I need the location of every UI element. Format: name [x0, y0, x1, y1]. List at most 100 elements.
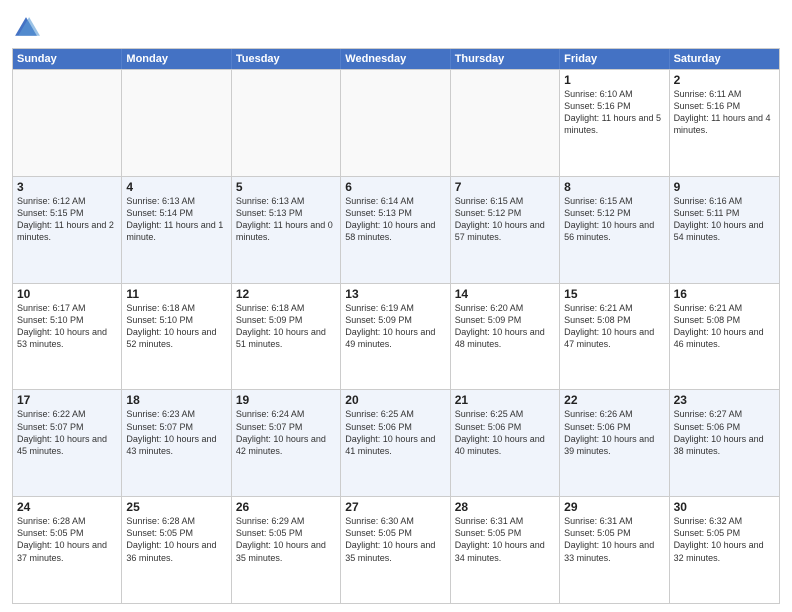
day-info: Sunrise: 6:31 AM Sunset: 5:05 PM Dayligh… — [564, 515, 664, 564]
day-number: 20 — [345, 393, 445, 407]
day-info: Sunrise: 6:14 AM Sunset: 5:13 PM Dayligh… — [345, 195, 445, 244]
day-number: 23 — [674, 393, 775, 407]
day-cell-18: 18Sunrise: 6:23 AM Sunset: 5:07 PM Dayli… — [122, 390, 231, 496]
day-info: Sunrise: 6:22 AM Sunset: 5:07 PM Dayligh… — [17, 408, 117, 457]
day-number: 17 — [17, 393, 117, 407]
day-cell-17: 17Sunrise: 6:22 AM Sunset: 5:07 PM Dayli… — [13, 390, 122, 496]
day-info: Sunrise: 6:28 AM Sunset: 5:05 PM Dayligh… — [17, 515, 117, 564]
day-cell-24: 24Sunrise: 6:28 AM Sunset: 5:05 PM Dayli… — [13, 497, 122, 603]
day-info: Sunrise: 6:16 AM Sunset: 5:11 PM Dayligh… — [674, 195, 775, 244]
day-cell-14: 14Sunrise: 6:20 AM Sunset: 5:09 PM Dayli… — [451, 284, 560, 390]
day-cell-8: 8Sunrise: 6:15 AM Sunset: 5:12 PM Daylig… — [560, 177, 669, 283]
empty-cell-0-3 — [341, 70, 450, 176]
day-number: 3 — [17, 180, 117, 194]
calendar-row-1: 3Sunrise: 6:12 AM Sunset: 5:15 PM Daylig… — [13, 176, 779, 283]
day-info: Sunrise: 6:25 AM Sunset: 5:06 PM Dayligh… — [345, 408, 445, 457]
day-number: 19 — [236, 393, 336, 407]
day-number: 7 — [455, 180, 555, 194]
day-cell-13: 13Sunrise: 6:19 AM Sunset: 5:09 PM Dayli… — [341, 284, 450, 390]
day-info: Sunrise: 6:28 AM Sunset: 5:05 PM Dayligh… — [126, 515, 226, 564]
logo-icon — [12, 14, 40, 42]
day-number: 14 — [455, 287, 555, 301]
empty-cell-0-1 — [122, 70, 231, 176]
day-cell-19: 19Sunrise: 6:24 AM Sunset: 5:07 PM Dayli… — [232, 390, 341, 496]
day-number: 12 — [236, 287, 336, 301]
day-info: Sunrise: 6:11 AM Sunset: 5:16 PM Dayligh… — [674, 88, 775, 137]
day-info: Sunrise: 6:27 AM Sunset: 5:06 PM Dayligh… — [674, 408, 775, 457]
header-day-monday: Monday — [122, 49, 231, 69]
calendar-body: 1Sunrise: 6:10 AM Sunset: 5:16 PM Daylig… — [13, 69, 779, 603]
day-cell-5: 5Sunrise: 6:13 AM Sunset: 5:13 PM Daylig… — [232, 177, 341, 283]
calendar-row-0: 1Sunrise: 6:10 AM Sunset: 5:16 PM Daylig… — [13, 69, 779, 176]
calendar-row-2: 10Sunrise: 6:17 AM Sunset: 5:10 PM Dayli… — [13, 283, 779, 390]
day-cell-28: 28Sunrise: 6:31 AM Sunset: 5:05 PM Dayli… — [451, 497, 560, 603]
day-info: Sunrise: 6:29 AM Sunset: 5:05 PM Dayligh… — [236, 515, 336, 564]
day-info: Sunrise: 6:15 AM Sunset: 5:12 PM Dayligh… — [455, 195, 555, 244]
day-cell-30: 30Sunrise: 6:32 AM Sunset: 5:05 PM Dayli… — [670, 497, 779, 603]
day-info: Sunrise: 6:15 AM Sunset: 5:12 PM Dayligh… — [564, 195, 664, 244]
day-number: 21 — [455, 393, 555, 407]
day-number: 1 — [564, 73, 664, 87]
calendar-header: SundayMondayTuesdayWednesdayThursdayFrid… — [13, 49, 779, 69]
day-info: Sunrise: 6:13 AM Sunset: 5:14 PM Dayligh… — [126, 195, 226, 244]
day-cell-26: 26Sunrise: 6:29 AM Sunset: 5:05 PM Dayli… — [232, 497, 341, 603]
day-number: 4 — [126, 180, 226, 194]
day-cell-9: 9Sunrise: 6:16 AM Sunset: 5:11 PM Daylig… — [670, 177, 779, 283]
day-info: Sunrise: 6:24 AM Sunset: 5:07 PM Dayligh… — [236, 408, 336, 457]
day-cell-6: 6Sunrise: 6:14 AM Sunset: 5:13 PM Daylig… — [341, 177, 450, 283]
day-info: Sunrise: 6:30 AM Sunset: 5:05 PM Dayligh… — [345, 515, 445, 564]
logo — [12, 14, 42, 42]
header-day-tuesday: Tuesday — [232, 49, 341, 69]
empty-cell-0-0 — [13, 70, 122, 176]
day-info: Sunrise: 6:25 AM Sunset: 5:06 PM Dayligh… — [455, 408, 555, 457]
day-cell-1: 1Sunrise: 6:10 AM Sunset: 5:16 PM Daylig… — [560, 70, 669, 176]
calendar-row-4: 24Sunrise: 6:28 AM Sunset: 5:05 PM Dayli… — [13, 496, 779, 603]
day-cell-20: 20Sunrise: 6:25 AM Sunset: 5:06 PM Dayli… — [341, 390, 450, 496]
day-number: 11 — [126, 287, 226, 301]
day-number: 24 — [17, 500, 117, 514]
header-day-sunday: Sunday — [13, 49, 122, 69]
header-day-wednesday: Wednesday — [341, 49, 450, 69]
day-number: 25 — [126, 500, 226, 514]
day-info: Sunrise: 6:19 AM Sunset: 5:09 PM Dayligh… — [345, 302, 445, 351]
day-number: 28 — [455, 500, 555, 514]
header-day-saturday: Saturday — [670, 49, 779, 69]
day-number: 13 — [345, 287, 445, 301]
day-number: 22 — [564, 393, 664, 407]
day-number: 9 — [674, 180, 775, 194]
day-cell-22: 22Sunrise: 6:26 AM Sunset: 5:06 PM Dayli… — [560, 390, 669, 496]
day-info: Sunrise: 6:18 AM Sunset: 5:09 PM Dayligh… — [236, 302, 336, 351]
day-number: 15 — [564, 287, 664, 301]
day-cell-10: 10Sunrise: 6:17 AM Sunset: 5:10 PM Dayli… — [13, 284, 122, 390]
day-cell-15: 15Sunrise: 6:21 AM Sunset: 5:08 PM Dayli… — [560, 284, 669, 390]
calendar: SundayMondayTuesdayWednesdayThursdayFrid… — [12, 48, 780, 604]
day-cell-25: 25Sunrise: 6:28 AM Sunset: 5:05 PM Dayli… — [122, 497, 231, 603]
day-info: Sunrise: 6:21 AM Sunset: 5:08 PM Dayligh… — [674, 302, 775, 351]
day-info: Sunrise: 6:32 AM Sunset: 5:05 PM Dayligh… — [674, 515, 775, 564]
header-day-thursday: Thursday — [451, 49, 560, 69]
day-cell-23: 23Sunrise: 6:27 AM Sunset: 5:06 PM Dayli… — [670, 390, 779, 496]
day-info: Sunrise: 6:17 AM Sunset: 5:10 PM Dayligh… — [17, 302, 117, 351]
day-number: 10 — [17, 287, 117, 301]
day-number: 27 — [345, 500, 445, 514]
day-cell-16: 16Sunrise: 6:21 AM Sunset: 5:08 PM Dayli… — [670, 284, 779, 390]
day-info: Sunrise: 6:13 AM Sunset: 5:13 PM Dayligh… — [236, 195, 336, 244]
day-number: 2 — [674, 73, 775, 87]
empty-cell-0-4 — [451, 70, 560, 176]
page-header — [12, 10, 780, 42]
day-number: 5 — [236, 180, 336, 194]
day-cell-2: 2Sunrise: 6:11 AM Sunset: 5:16 PM Daylig… — [670, 70, 779, 176]
day-info: Sunrise: 6:21 AM Sunset: 5:08 PM Dayligh… — [564, 302, 664, 351]
day-number: 29 — [564, 500, 664, 514]
day-cell-29: 29Sunrise: 6:31 AM Sunset: 5:05 PM Dayli… — [560, 497, 669, 603]
day-cell-21: 21Sunrise: 6:25 AM Sunset: 5:06 PM Dayli… — [451, 390, 560, 496]
day-cell-11: 11Sunrise: 6:18 AM Sunset: 5:10 PM Dayli… — [122, 284, 231, 390]
empty-cell-0-2 — [232, 70, 341, 176]
day-number: 6 — [345, 180, 445, 194]
day-cell-3: 3Sunrise: 6:12 AM Sunset: 5:15 PM Daylig… — [13, 177, 122, 283]
day-info: Sunrise: 6:10 AM Sunset: 5:16 PM Dayligh… — [564, 88, 664, 137]
day-info: Sunrise: 6:20 AM Sunset: 5:09 PM Dayligh… — [455, 302, 555, 351]
day-number: 26 — [236, 500, 336, 514]
day-number: 18 — [126, 393, 226, 407]
day-cell-7: 7Sunrise: 6:15 AM Sunset: 5:12 PM Daylig… — [451, 177, 560, 283]
